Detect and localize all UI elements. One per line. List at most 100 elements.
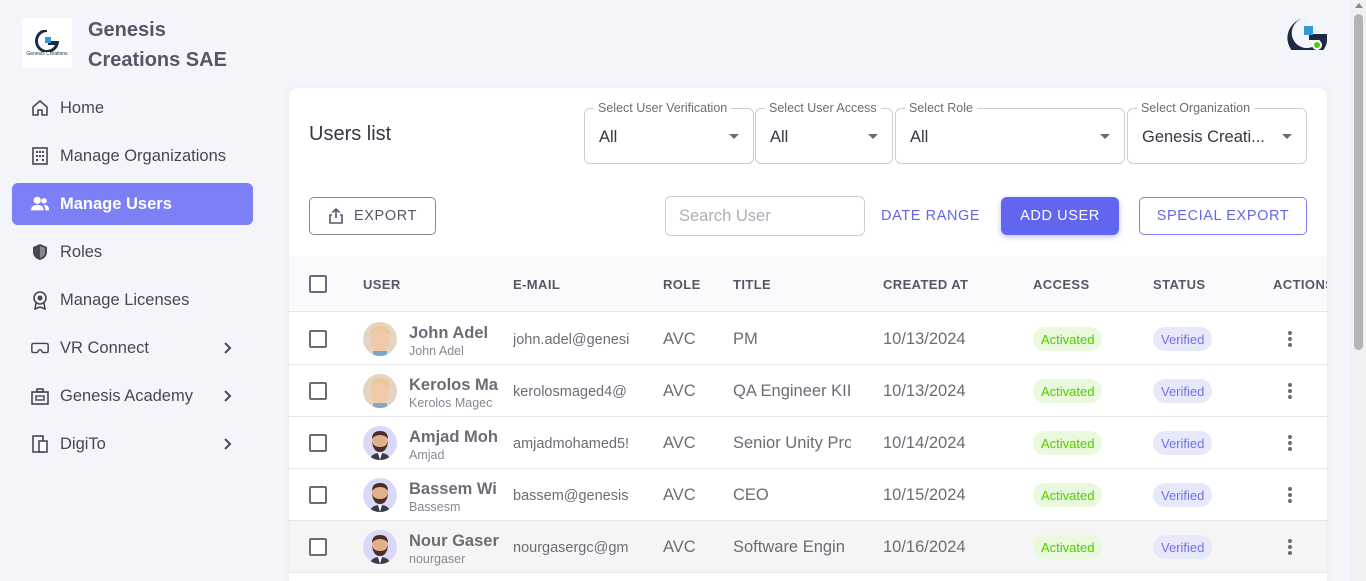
more-actions-icon[interactable]	[1281, 485, 1299, 505]
sidebar-item-label: Manage Licenses	[60, 290, 190, 309]
sidebar-item-home[interactable]: Home	[12, 87, 253, 129]
column-header[interactable]: E-MAIL	[513, 277, 560, 292]
brand-logo-text: Genesis Creations	[26, 50, 68, 57]
user-name[interactable]: Kerolos Ma	[409, 376, 501, 395]
table-row[interactable]: Nour Gaser nourgaser nourgasergc@gm AVC Soft…	[289, 521, 1327, 573]
users-icon	[30, 194, 50, 214]
user-title: Senior Unity Pro	[733, 434, 851, 452]
sidebar-item-genesis-academy[interactable]: Genesis Academy	[12, 375, 253, 417]
user-role: AVC	[663, 486, 696, 504]
sidebar-item-manage-users[interactable]: Manage Users	[12, 183, 253, 225]
user-role: AVC	[663, 538, 696, 556]
row-checkbox[interactable]	[309, 434, 327, 452]
row-checkbox[interactable]	[309, 538, 327, 556]
badge-icon	[30, 290, 50, 310]
caret-down-icon	[729, 134, 739, 139]
created-at: 10/15/2024	[883, 486, 966, 504]
export-label: EXPORT	[354, 208, 417, 224]
row-checkbox[interactable]	[309, 486, 327, 504]
user-role: AVC	[663, 434, 696, 452]
user-username: Kerolos Magec	[409, 396, 493, 410]
more-actions-icon[interactable]	[1281, 381, 1299, 401]
more-actions-icon[interactable]	[1281, 433, 1299, 453]
select-value: All	[910, 128, 929, 146]
user-avatar[interactable]	[1287, 16, 1328, 58]
sidebar: Genesis Creations Genesis Creations SAE …	[0, 0, 265, 581]
user-avatar-icon	[363, 478, 397, 512]
more-actions-icon[interactable]	[1281, 329, 1299, 349]
select-all-checkbox[interactable]	[309, 275, 327, 293]
select-value: All	[599, 128, 618, 146]
status-badge: Verified	[1153, 483, 1213, 507]
table-row[interactable]: Bassem Wi Bassesm bassem@genesis AVC CEO 10/1…	[289, 469, 1327, 521]
sidebar-item-digito[interactable]: DigiTo	[12, 423, 253, 465]
scrollbar[interactable]	[1351, 0, 1366, 581]
scroll-thumb[interactable]	[1354, 14, 1363, 350]
digito-icon	[30, 434, 50, 454]
scroll-up-arrow-icon[interactable]	[1355, 3, 1363, 8]
column-header[interactable]: USER	[363, 277, 401, 292]
user-username: John Adel	[409, 344, 464, 358]
column-header[interactable]: TITLE	[733, 277, 771, 292]
export-icon	[329, 207, 343, 224]
column-header[interactable]: ROLE	[663, 277, 701, 292]
created-at: 10/16/2024	[883, 538, 966, 556]
user-name[interactable]: John Adel	[409, 324, 501, 343]
user-email: nourgasergc@gm	[513, 540, 629, 556]
user-email: kerolosmaged4@	[513, 384, 627, 400]
user-avatar-icon	[363, 530, 397, 564]
user-email: john.adel@genesi	[513, 332, 630, 348]
user-username: nourgaser	[409, 552, 466, 566]
row-checkbox[interactable]	[309, 330, 327, 348]
organization-select[interactable]: Select Organization Genesis Creati...	[1127, 101, 1307, 164]
user-name[interactable]: Bassem Wi	[409, 480, 501, 499]
user-title: Software Engin	[733, 538, 845, 556]
brand: Genesis Creations Genesis Creations SAE	[22, 18, 227, 71]
add-user-button[interactable]: ADD USER	[1001, 197, 1119, 235]
user-name[interactable]: Nour Gaser	[409, 532, 501, 551]
status-badge: Verified	[1153, 379, 1213, 403]
column-header[interactable]: ACTIONS	[1273, 277, 1327, 292]
user-access-select[interactable]: Select User Access All	[755, 101, 893, 164]
sidebar-item-label: Genesis Academy	[60, 386, 193, 405]
column-header[interactable]: ACCESS	[1033, 277, 1090, 292]
row-checkbox[interactable]	[309, 382, 327, 400]
column-header[interactable]: STATUS	[1153, 277, 1205, 292]
user-title: CEO	[733, 486, 769, 504]
user-email: amjadmohamed5!	[513, 436, 630, 452]
column-header[interactable]: CREATED AT	[883, 277, 968, 292]
select-label: Select Role	[905, 101, 977, 115]
table-row[interactable]: Kerolos Ma Kerolos Magec kerolosmaged4@ AVC…	[289, 365, 1327, 417]
date-range-button[interactable]: DATE RANGE	[881, 208, 980, 224]
user-verification-select[interactable]: Select User Verification All	[584, 101, 754, 164]
table-row[interactable]: Amjad Moh Amjad amjadmohamed5! AVC Senior Un…	[289, 417, 1327, 469]
sidebar-item-roles[interactable]: Roles	[12, 231, 253, 273]
caret-down-icon	[868, 134, 878, 139]
academy-icon	[30, 386, 50, 406]
special-export-button[interactable]: SPECIAL EXPORT	[1139, 197, 1307, 235]
user-email: bassem@genesis	[513, 488, 629, 504]
table-row[interactable]: John Adel John Adel john.adel@genesi AVC PM 1…	[289, 313, 1327, 365]
select-value: All	[770, 128, 789, 146]
page-title: Users list	[309, 123, 392, 145]
user-title: PM	[733, 330, 758, 348]
sidebar-item-manage-licenses[interactable]: Manage Licenses	[12, 279, 253, 321]
select-label: Select User Access	[765, 101, 881, 115]
search-input[interactable]	[665, 196, 865, 236]
brand-logo[interactable]: Genesis Creations	[22, 18, 72, 68]
sidebar-item-manage-organizations[interactable]: Manage Organizations	[12, 135, 253, 177]
user-name[interactable]: Amjad Moh	[409, 428, 501, 447]
sidebar-item-label: Manage Users	[60, 194, 172, 213]
user-title: QA Engineer KII	[733, 382, 851, 400]
export-button[interactable]: EXPORT	[309, 197, 436, 235]
chevron-right-icon	[217, 386, 237, 406]
more-actions-icon[interactable]	[1281, 537, 1299, 557]
sidebar-item-label: Home	[60, 98, 105, 117]
user-username: Amjad	[409, 448, 445, 462]
sidebar-item-vr-connect[interactable]: VR Connect	[12, 327, 253, 369]
users-card: Users list Select User Verification All …	[289, 88, 1327, 581]
sidebar-item-label: Manage Organizations	[60, 146, 227, 165]
select-label: Select User Verification	[594, 101, 732, 115]
user-username: Bassesm	[409, 500, 461, 514]
role-select[interactable]: Select Role All	[895, 101, 1125, 164]
